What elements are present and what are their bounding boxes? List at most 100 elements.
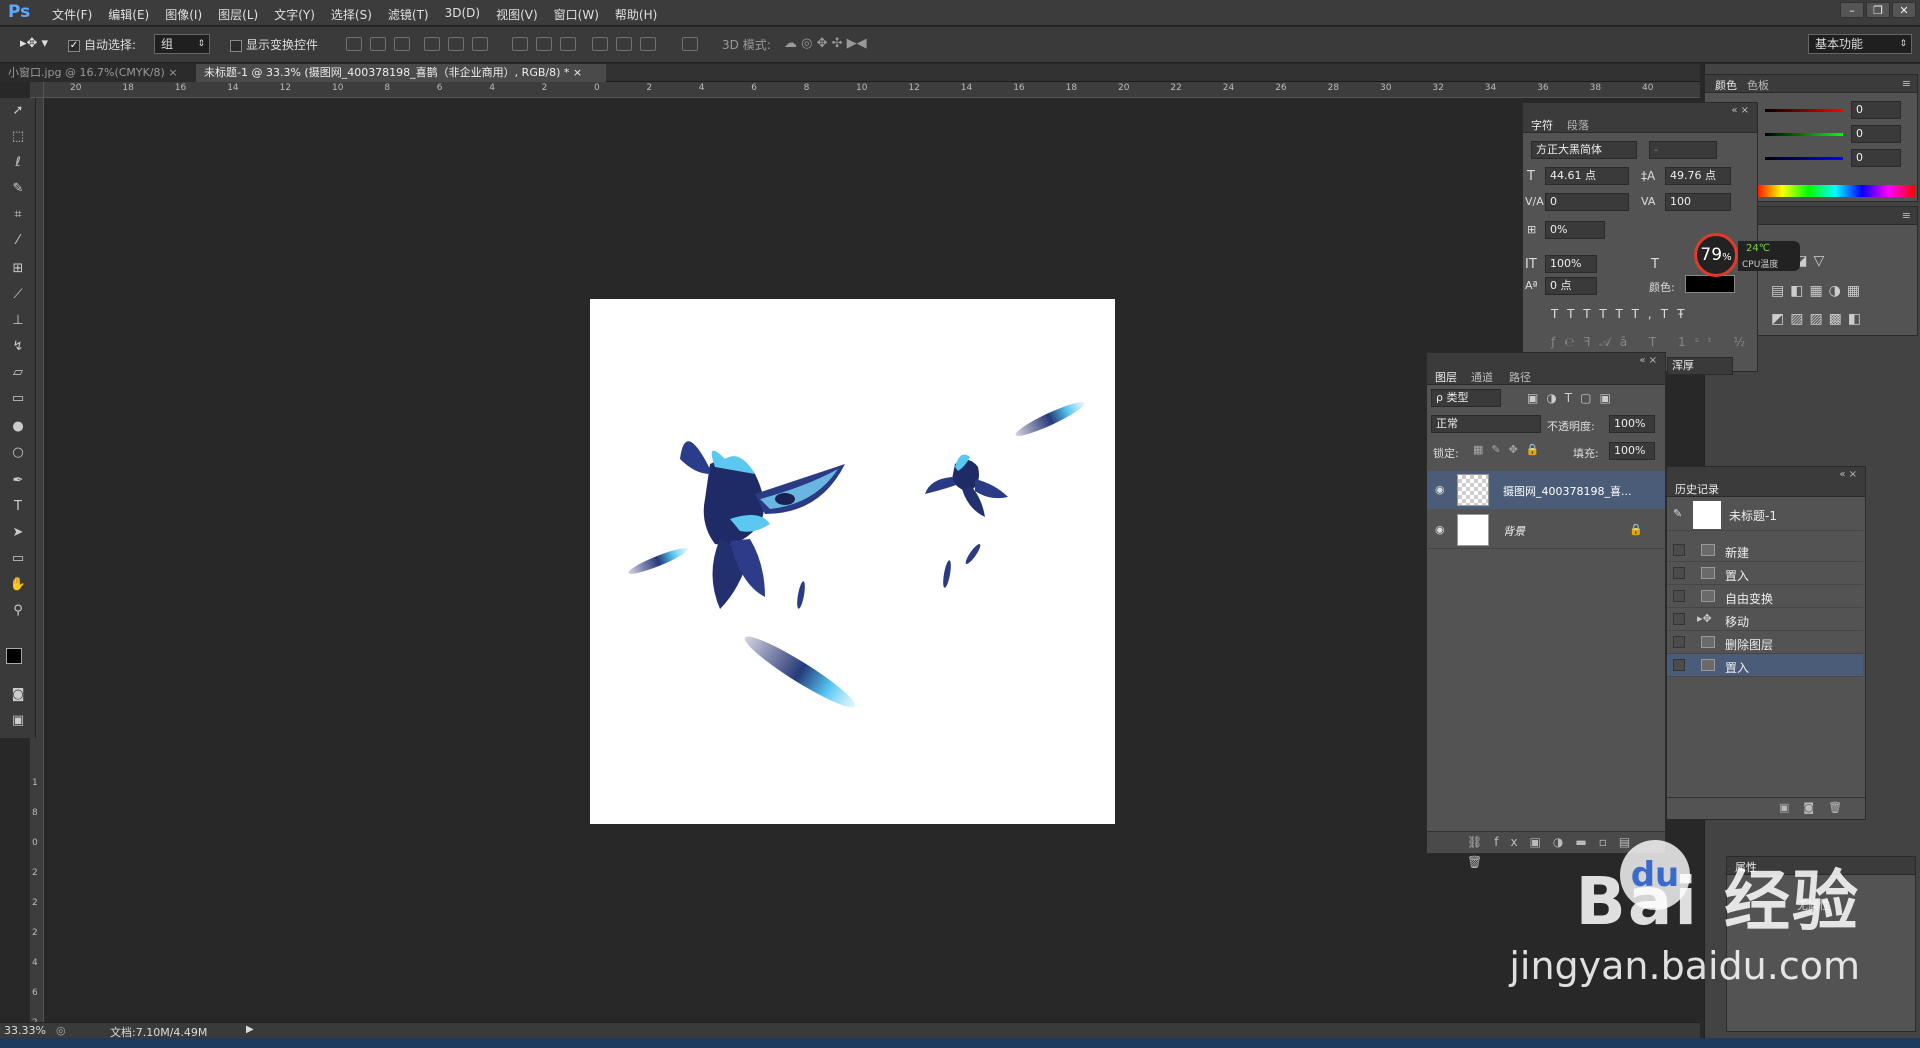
distribute-left-icon[interactable] [592,37,608,51]
auto-align-icon[interactable] [682,37,698,51]
menu-layer[interactable]: 图层(L) [210,6,266,23]
red-value[interactable]: 0 [1851,101,1901,119]
tab-paths[interactable]: 路径 [1509,369,1531,385]
tab-document-1[interactable]: 小窗口.jpg @ 16.7%(CMYK/8) × [0,64,196,82]
hand-tool-icon[interactable]: ✋ [9,576,27,594]
tab-swatches[interactable]: 色板 [1747,77,1769,93]
menu-select[interactable]: 选择(S) [323,6,380,23]
font-style-select[interactable]: - [1649,141,1717,159]
blend-mode-select[interactable]: 正常 [1431,415,1541,433]
minimize-button[interactable]: – [1840,2,1864,18]
move-tool-icon[interactable]: ▸✥ ▾ [20,36,48,51]
screen-mode-icon[interactable]: ▣ [9,712,27,730]
layer-row-1[interactable]: ◉ 摄图网_400378198_喜... [1427,471,1665,509]
blur-tool-icon[interactable]: ● [9,418,27,436]
tab-color[interactable]: 颜色 [1715,77,1737,93]
tab-document-2[interactable]: 未标题-1 @ 33.3% (摄图网_400378198_喜鹊（非企业商用）, … [196,64,606,82]
history-item[interactable]: 置入 [1667,562,1863,585]
panel-menu-icon[interactable]: ≡ [1902,209,1911,222]
history-item[interactable]: 新建 [1667,539,1863,562]
auto-select-checkbox[interactable]: ✓ 自动选择: [68,36,136,53]
eyedropper-tool-icon[interactable]: ⁄ [9,232,27,250]
close-icon[interactable]: × [573,66,582,79]
crop-tool-icon[interactable]: ⌗ [9,206,27,224]
menu-type[interactable]: 文字(Y) [266,6,323,23]
auto-select-dropdown[interactable]: 组 ⇕ [154,34,210,54]
lasso-tool-icon[interactable]: ℓ [9,154,27,172]
ruler-corner[interactable] [30,82,44,98]
history-item-selected[interactable]: 置入 [1667,654,1863,677]
history-footer-icons[interactable]: ▣◙🗑 [1667,797,1865,819]
path-select-tool-icon[interactable]: ➤ [9,524,27,542]
menu-image[interactable]: 图像(I) [157,6,210,23]
align-vcenter-icon[interactable] [370,37,386,51]
close-icon[interactable]: × [168,66,177,79]
adjustment-icons-row3[interactable]: ◩▨▨▩◧ [1771,311,1867,327]
collapse-icon[interactable]: « × [1839,469,1857,480]
distribute-bottom-icon[interactable] [560,37,576,51]
status-menu-arrow-icon[interactable]: ▶ [246,1024,254,1035]
history-item[interactable]: 自由变换 [1667,585,1863,608]
close-button[interactable]: ✕ [1892,2,1916,18]
menu-filter[interactable]: 滤镜(T) [380,6,437,23]
leading-input[interactable]: 49.76 点 [1665,167,1731,185]
healing-tool-icon[interactable]: ⊞ [9,260,27,278]
align-left-icon[interactable] [424,37,440,51]
layer-filter-select[interactable]: ρ 类型 [1431,389,1501,407]
lock-icons[interactable]: ▦✎✥🔒 [1473,443,1548,456]
align-bottom-icon[interactable] [394,37,410,51]
menu-window[interactable]: 窗口(W) [546,6,607,23]
opacity-input[interactable]: 100% [1609,415,1655,433]
pen-tool-icon[interactable]: ✒ [9,472,27,490]
green-value[interactable]: 0 [1851,125,1901,143]
tab-history[interactable]: 历史记录 [1675,481,1719,497]
layer-row-2[interactable]: ◉ 背景 🔒 [1427,511,1665,549]
type-style-buttons[interactable]: TTTTTT,TŦ [1551,307,1693,321]
vscale-input[interactable]: 100% [1545,255,1597,273]
tsume-input[interactable]: 0% [1545,221,1605,239]
tab-paragraph[interactable]: 段落 [1567,117,1589,133]
foreground-color-swatch[interactable] [6,648,22,664]
menu-file[interactable]: 文件(F) [44,6,100,23]
history-checkbox[interactable] [1673,544,1685,556]
blue-value[interactable]: 0 [1851,149,1901,167]
distribute-right-icon[interactable] [640,37,656,51]
menu-help[interactable]: 帮助(H) [607,6,665,23]
collapse-icon[interactable]: « × [1639,355,1657,366]
history-checkbox[interactable] [1673,659,1685,671]
quick-select-tool-icon[interactable]: ✎ [9,180,27,198]
align-hcenter-icon[interactable] [448,37,464,51]
shape-tool-icon[interactable]: ▭ [9,550,27,568]
maximize-button[interactable]: ❐ [1866,2,1890,18]
menu-3d[interactable]: 3D(D) [437,6,488,23]
type-tool-icon[interactable]: T [9,498,27,516]
font-family-select[interactable]: 方正大黑简体 [1531,141,1637,159]
adjustment-icons-row2[interactable]: ▤◧▦◑▦ [1771,283,1866,299]
kerning-input[interactable]: 0 [1545,193,1629,211]
color-spectrum[interactable] [1755,185,1915,197]
fill-input[interactable]: 100% [1609,442,1655,460]
layer-filter-icons[interactable]: ▣◑T▢▣ [1527,391,1619,405]
align-top-icon[interactable] [346,37,362,51]
text-color-swatch[interactable] [1685,275,1735,293]
history-checkbox[interactable] [1673,613,1685,625]
collapse-icon[interactable]: « × [1731,105,1749,116]
opentype-buttons[interactable]: ƒ℮ꟻ𝒜ā T 1ˢᵗ ½ [1551,335,1754,350]
menu-view[interactable]: 视图(V) [488,6,546,23]
distribute-hcenter-icon[interactable] [616,37,632,51]
quick-mask-icon[interactable]: ◙ [9,686,27,704]
panel-menu-icon[interactable]: ≡ [1902,77,1911,90]
brush-tool-icon[interactable]: ⟋ [9,286,27,304]
show-transform-checkbox[interactable]: 显示变换控件 [230,36,318,53]
history-item[interactable]: ▸✥ 移动 [1667,608,1863,631]
history-brush-tool-icon[interactable]: ↯ [9,338,27,356]
workspace-dropdown[interactable]: 基本功能 ⇕ [1808,34,1912,54]
marquee-tool-icon[interactable]: ⬚ [9,128,27,146]
history-snapshot[interactable]: ✎ 未标题-1 [1667,499,1863,531]
history-checkbox[interactable] [1673,590,1685,602]
history-checkbox[interactable] [1673,567,1685,579]
eraser-tool-icon[interactable]: ▱ [9,364,27,382]
status-info-icon[interactable]: ◎ [56,1024,66,1037]
align-right-icon[interactable] [472,37,488,51]
layer-name[interactable]: 摄图网_400378198_喜... [1503,483,1631,499]
